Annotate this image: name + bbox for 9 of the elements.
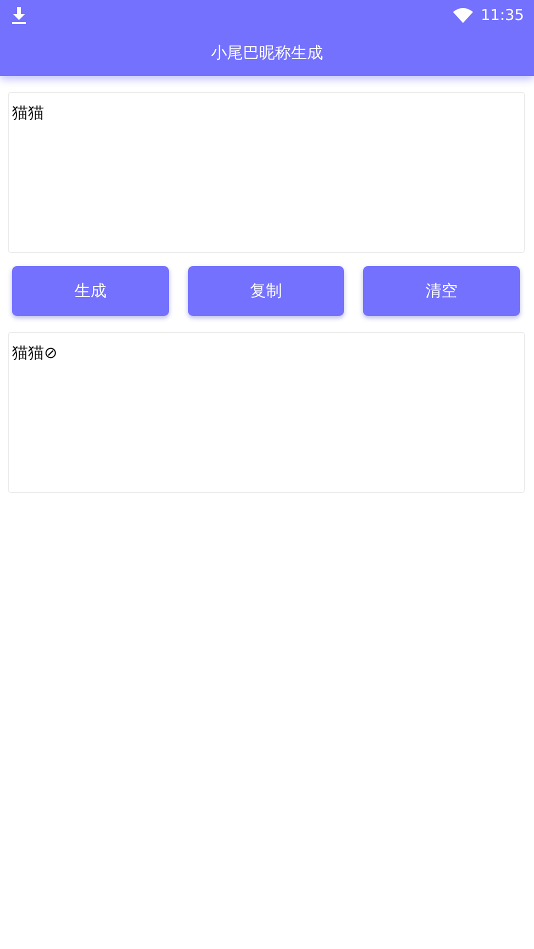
status-time: 11:35 — [480, 6, 524, 24]
app-title: 小尾巴昵称生成 — [211, 42, 323, 64]
action-button[interactable]: 复制 — [188, 266, 344, 316]
action-button[interactable]: 生成 — [12, 266, 169, 316]
download-icon — [12, 6, 26, 24]
output-field[interactable]: 猫猫⊘ — [8, 332, 525, 493]
wifi-icon — [452, 8, 473, 22]
action-button[interactable]: 清空 — [363, 266, 520, 316]
input-field[interactable]: 猫猫 — [8, 92, 525, 253]
